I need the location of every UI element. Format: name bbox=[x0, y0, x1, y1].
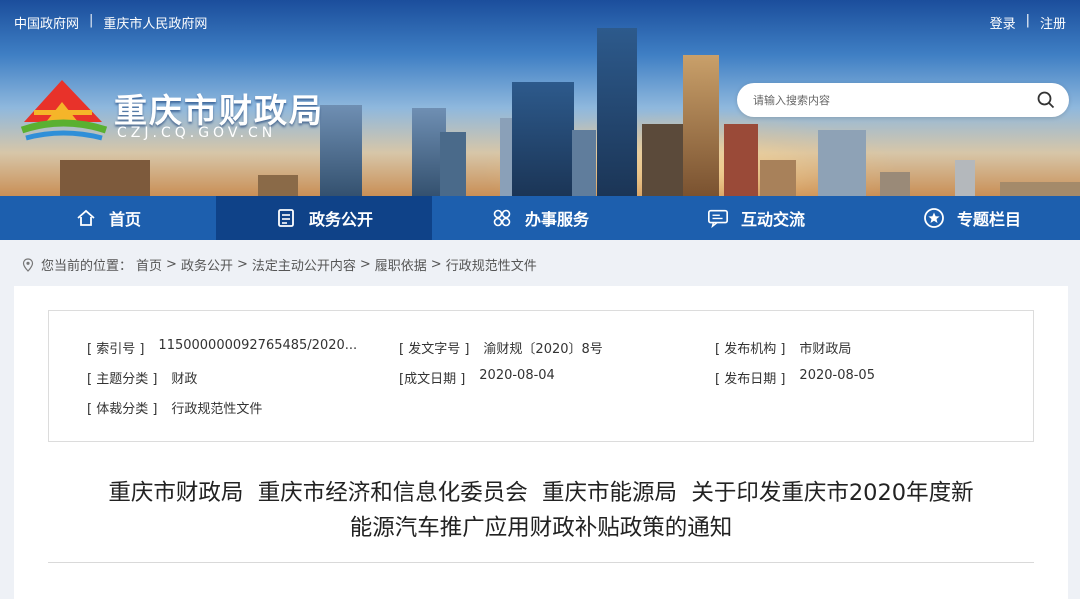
main-nav: 首页 政务公开 办事服务 互动交流 专题栏目 bbox=[0, 196, 1080, 240]
link-chongqing-gov[interactable]: 重庆市人民政府网 bbox=[103, 13, 207, 32]
nav-item-services[interactable]: 办事服务 bbox=[432, 196, 648, 240]
breadcrumb-item-statutory-content[interactable]: 法定主动公开内容 bbox=[252, 255, 356, 274]
register-link[interactable]: 注册 bbox=[1040, 13, 1066, 32]
grid-icon bbox=[493, 209, 511, 227]
breadcrumb-separator: > bbox=[359, 257, 371, 272]
document-meta-table: [ 索引号 ] 115000000092765485/2020... [ 发文字… bbox=[48, 310, 1034, 442]
link-china-gov[interactable]: 中国政府网 bbox=[14, 13, 79, 32]
top-bar: 中国政府网 | 重庆市人民政府网 登录 | 注册 bbox=[0, 0, 1080, 42]
meta-label: [ 索引号 ] bbox=[87, 342, 145, 357]
document-title-line: 重庆市财政局 重庆市经济和信息化委员会 重庆市能源局 关于印发重庆市2020年度… bbox=[108, 480, 974, 506]
home-icon bbox=[77, 209, 95, 226]
breadcrumb-item-duty-basis[interactable]: 履职依据 bbox=[375, 255, 427, 274]
document-title: 重庆市财政局 重庆市经济和信息化委员会 重庆市能源局 关于印发重庆市2020年度… bbox=[14, 476, 1068, 546]
meta-publisher: [ 发布机构 ] 市财政局 bbox=[715, 338, 851, 357]
location-pin-icon bbox=[22, 257, 34, 272]
document-icon bbox=[278, 209, 294, 227]
breadcrumb-separator: > bbox=[166, 257, 177, 272]
meta-label: [ 发文字号 ] bbox=[399, 342, 470, 357]
meta-value: 2020-08-05 bbox=[799, 368, 875, 383]
meta-label: [ 发布日期 ] bbox=[715, 372, 786, 387]
auth-links: 登录 | 注册 bbox=[990, 13, 1066, 32]
meta-written-date: [成文日期 ] 2020-08-04 bbox=[399, 368, 555, 387]
meta-label: [ 主题分类 ] bbox=[87, 372, 158, 387]
meta-label: [ 发布机构 ] bbox=[715, 342, 786, 357]
link-separator: | bbox=[89, 13, 94, 28]
auth-separator: | bbox=[1025, 13, 1030, 28]
meta-doc-no: [ 发文字号 ] 渝财规〔2020〕8号 bbox=[399, 338, 603, 357]
search-input[interactable] bbox=[753, 90, 1023, 110]
meta-label: [成文日期 ] bbox=[399, 372, 466, 387]
search-icon[interactable] bbox=[1037, 91, 1055, 109]
nav-label: 政务公开 bbox=[308, 210, 373, 229]
breadcrumb-separator: > bbox=[236, 257, 248, 272]
login-link[interactable]: 登录 bbox=[990, 13, 1016, 32]
meta-row: [ 体裁分类 ] 行政规范性文件 bbox=[49, 398, 1033, 418]
breadcrumb: 您当前的位置： 首页 > 政务公开 > 法定主动公开内容 > 履职依据 > 行政… bbox=[22, 255, 537, 274]
meta-value: 行政规范性文件 bbox=[171, 402, 263, 417]
breadcrumb-item-normative-documents[interactable]: 行政规范性文件 bbox=[446, 255, 537, 274]
nav-item-special-topics[interactable]: 专题栏目 bbox=[864, 196, 1080, 240]
meta-value: 渝财规〔2020〕8号 bbox=[483, 342, 603, 357]
header-banner: 中国政府网 | 重庆市人民政府网 登录 | 注册 重庆市财政局 CZJ.CQ.G… bbox=[0, 0, 1080, 196]
nav-label: 专题栏目 bbox=[956, 210, 1021, 229]
nav-label: 互动交流 bbox=[740, 210, 805, 229]
breadcrumb-separator: > bbox=[430, 257, 442, 272]
site-logo-icon[interactable] bbox=[16, 72, 110, 144]
breadcrumb-item-government-affairs[interactable]: 政务公开 bbox=[181, 255, 233, 274]
meta-index-no: [ 索引号 ] 115000000092765485/2020... bbox=[87, 338, 357, 357]
top-links: 中国政府网 | 重庆市人民政府网 bbox=[14, 13, 207, 32]
meta-value: 市财政局 bbox=[799, 342, 852, 357]
breadcrumb-item-home[interactable]: 首页 bbox=[136, 255, 162, 274]
title-divider bbox=[48, 562, 1034, 563]
meta-value: 财政 bbox=[171, 372, 198, 387]
meta-row: [ 主题分类 ] 财政 [成文日期 ] 2020-08-04 [ 发布日期 ] … bbox=[49, 368, 1033, 388]
nav-item-home[interactable]: 首页 bbox=[0, 196, 216, 240]
chat-icon bbox=[707, 209, 728, 229]
meta-row: [ 索引号 ] 115000000092765485/2020... [ 发文字… bbox=[49, 338, 1033, 358]
search-box bbox=[737, 83, 1069, 117]
star-icon bbox=[924, 208, 944, 228]
document-title-line: 能源汽车推广应用财政补贴政策的通知 bbox=[349, 515, 733, 541]
meta-value: 115000000092765485/2020... bbox=[158, 338, 358, 353]
meta-genre: [ 体裁分类 ] 行政规范性文件 bbox=[87, 398, 262, 417]
meta-value: 2020-08-04 bbox=[479, 368, 555, 383]
meta-topic: [ 主题分类 ] 财政 bbox=[87, 368, 197, 387]
content-panel: [ 索引号 ] 115000000092765485/2020... [ 发文字… bbox=[14, 286, 1068, 599]
nav-item-interaction[interactable]: 互动交流 bbox=[648, 196, 864, 240]
meta-label: [ 体裁分类 ] bbox=[87, 402, 158, 417]
nav-label: 首页 bbox=[108, 210, 141, 229]
meta-publish-date: [ 发布日期 ] 2020-08-05 bbox=[715, 368, 875, 387]
site-url: CZJ.CQ.GOV.CN bbox=[117, 125, 277, 141]
nav-label: 办事服务 bbox=[524, 210, 589, 229]
breadcrumb-prefix: 您当前的位置： bbox=[41, 259, 133, 274]
nav-item-government-affairs[interactable]: 政务公开 bbox=[216, 196, 432, 240]
